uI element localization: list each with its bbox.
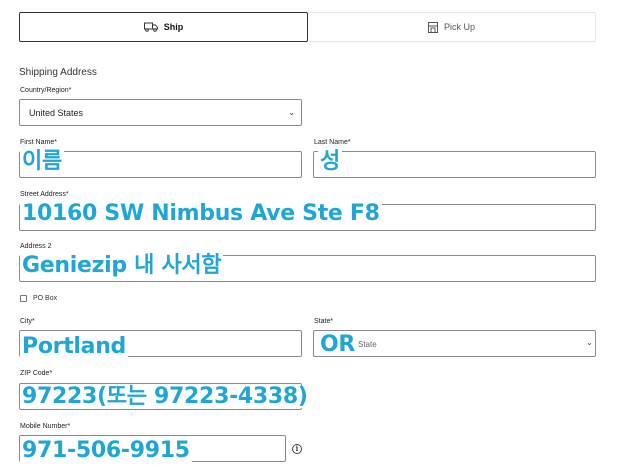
address2-overlay: Geniezip 내 사서함 [20,253,224,278]
tab-pick-up-label: Pick Up [443,22,475,32]
mobile-overlay: 971-506-9915 [20,438,192,463]
po-box-label: PO Box [33,295,58,302]
delivery-tabs: Ship Pick Up [19,12,596,42]
po-box-checkbox[interactable] [20,295,27,302]
country-label: Country/Region* [20,87,72,94]
section-title: Shipping Address [19,67,97,78]
state-label: State* [314,318,334,325]
country-select[interactable]: United States ⌄ [19,99,302,126]
truck-icon [143,22,158,32]
zip-overlay: 97223(또는 97223-4338) [20,384,310,409]
chevron-down-icon: ⌄ [288,108,295,117]
address2-label: Address 2 [20,243,52,250]
tab-ship-label: Ship [163,22,184,32]
first-name-label: First Name* [20,139,57,146]
street-overlay: 10160 SW Nimbus Ave Ste F8 [20,201,382,226]
city-label: City* [20,318,35,325]
mobile-label: Mobile Number* [20,423,71,430]
city-overlay: Portland [20,334,129,359]
last-name-field[interactable] [313,151,596,178]
state-chevron-down-icon: ⌄ [586,338,593,347]
last-name-overlay: 성 [318,149,342,174]
info-icon[interactable]: i [292,444,302,454]
store-icon [427,21,438,33]
tab-pick-up[interactable]: Pick Up [308,12,596,42]
country-value: United States [29,107,84,118]
state-value: State [358,340,377,349]
zip-label: ZIP Code* [20,370,53,377]
first-name-overlay: 이름 [20,149,64,174]
po-box-row: PO Box [20,295,57,302]
last-name-label: Last Name* [314,139,351,146]
tab-ship[interactable]: Ship [19,12,308,42]
state-overlay: OR [318,332,358,357]
street-label: Street Address* [20,191,69,198]
